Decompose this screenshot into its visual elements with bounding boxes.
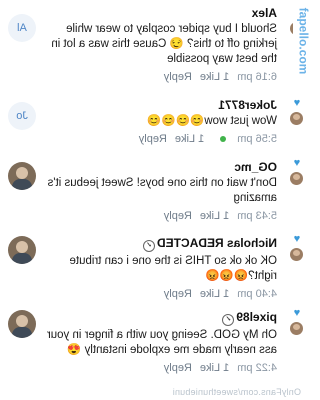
comment-text: Should I buy spider cosplay to wear whil… [51,23,277,65]
comment-meta: 5:56 pm 1 Like Reply [45,132,277,146]
verified-icon: ✓ [142,240,155,252]
comment-time: 4:40 pm [237,288,277,300]
avatar[interactable] [8,236,36,264]
reply-button[interactable]: Reply [164,288,192,300]
watermark-text: fapello.com [296,7,311,75]
comment-author[interactable]: Joker8771 [45,98,277,112]
creator-like-avatar [290,112,304,125]
comment-time: 5:43 pm [237,210,277,222]
online-dot-icon [220,136,227,143]
reply-button[interactable]: Reply [139,133,167,145]
comment-author[interactable]: Nicholas REDACTED✓ [45,236,277,252]
comment-meta: 5:43 pm 1 Like Reply [45,209,277,223]
comment-text: Oh My GOD. Seeing you with a finger in y… [46,329,277,356]
creator-like-avatar [290,322,304,335]
comment-author[interactable]: Alex [45,6,277,20]
like-count[interactable]: 1 Like [200,288,229,300]
comment-time: 6:16 pm [237,71,277,83]
avatar[interactable] [8,310,36,338]
comment-author[interactable]: pixel89✓ [45,310,277,326]
like-count[interactable]: 1 Like [200,362,229,374]
creator-like-avatar [290,172,304,185]
heart-icon[interactable]: ♥ [292,157,302,169]
heart-icon[interactable]: ♥ [292,97,302,109]
heart-icon[interactable]: ♥ [292,233,302,245]
comment-time: 5:56 pm [212,133,277,145]
reply-button[interactable]: Reply [164,362,192,374]
comment-text: Don't wait on this one boys! Sweet jeebu… [47,177,277,204]
comment-text: Wow just wow😊😊😊😊 [147,115,277,127]
comments-screen: Al ♥ Alex Should I buy spider cosplay to… [0,0,311,400]
like-count[interactable]: 1 Like [200,71,229,83]
footer-watermark: OnlyFans.com/sweethuniebuni [172,387,301,397]
like-count[interactable]: 1 Like [200,210,229,222]
reply-button[interactable]: Reply [164,210,192,222]
like-count[interactable]: 1 Like [175,133,204,145]
creator-like-avatar [290,248,304,261]
avatar[interactable] [8,162,36,190]
site-watermark: fapello.com [293,0,311,80]
reply-button[interactable]: Reply [164,71,192,83]
heart-icon[interactable]: ♥ [292,307,302,319]
comment-meta: 4:22 pm 1 Like Reply [45,361,277,375]
verified-icon: ✓ [222,314,235,326]
comment-meta: 4:40 pm 1 Like Reply [45,287,277,301]
comment-text: OK ok ok so THIS is the one i can tribut… [69,255,277,282]
avatar[interactable]: Al [8,14,36,42]
comment-author[interactable]: OG_mc [45,160,277,174]
avatar[interactable]: Jo [8,102,36,130]
comment-meta: 6:16 pm 1 Like Reply [45,70,277,84]
comment-time: 4:22 pm [237,362,277,374]
